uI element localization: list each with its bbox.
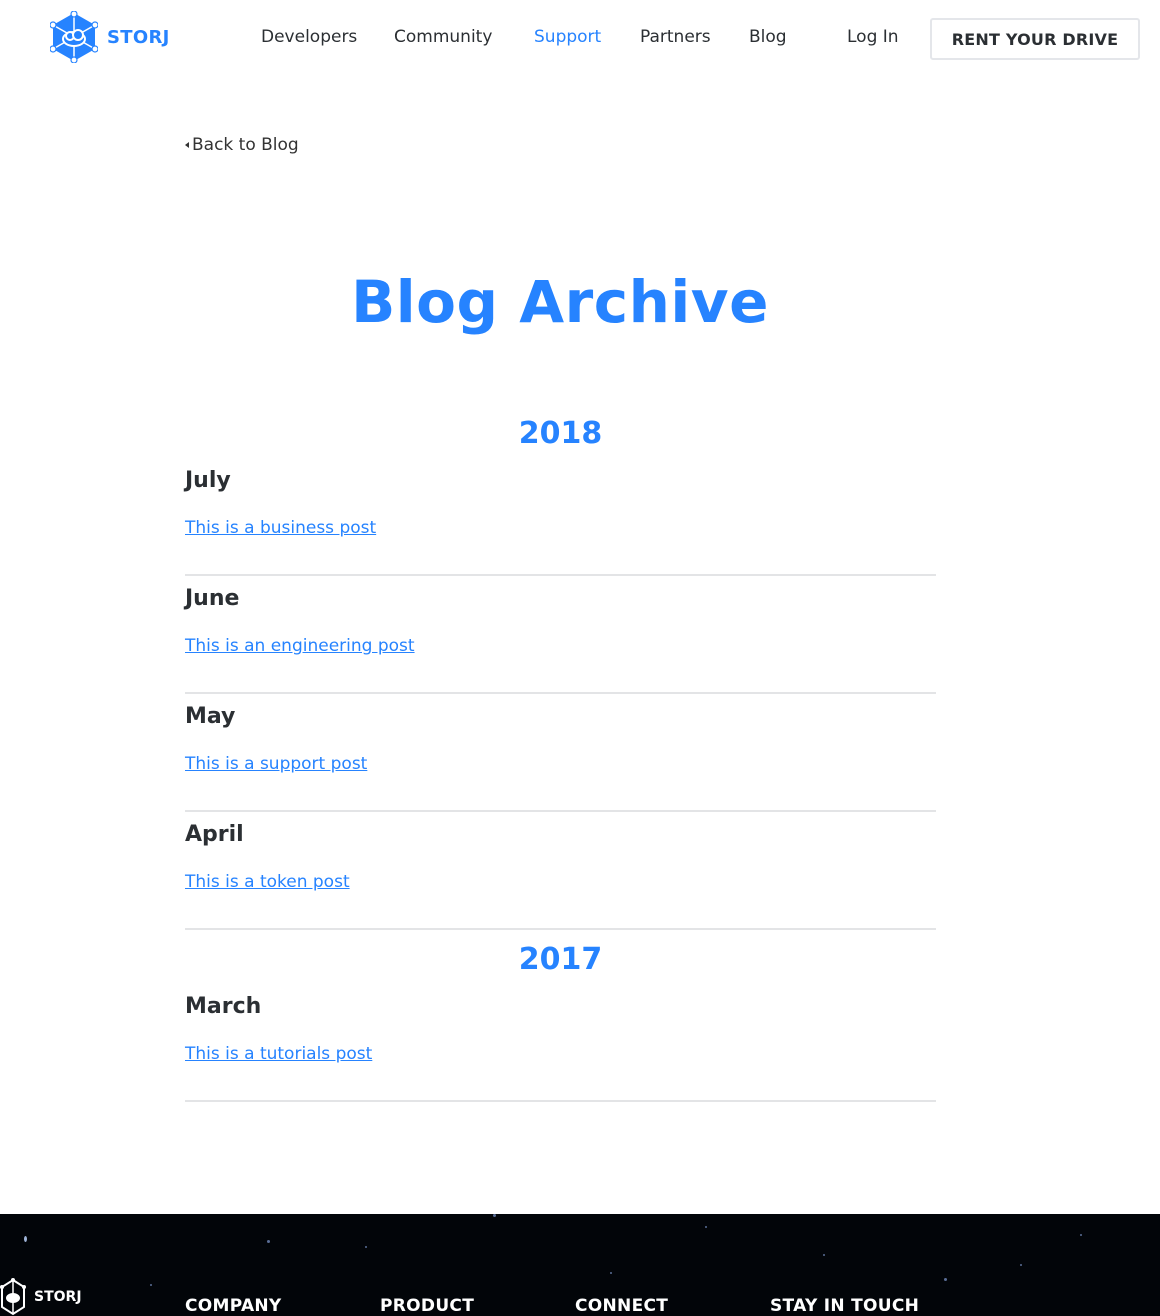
- star-decoration: [267, 1240, 270, 1243]
- back-to-blog-link[interactable]: Back to Blog: [185, 135, 299, 155]
- star-decoration: [24, 1236, 27, 1242]
- site-header: STORJ Developers Community Support Partn…: [0, 0, 1160, 78]
- month-heading: May: [185, 704, 236, 729]
- month-section: May This is a support post: [185, 694, 936, 812]
- brand-name: STORJ: [107, 26, 170, 48]
- star-decoration: [150, 1284, 152, 1286]
- star-decoration: [365, 1246, 367, 1248]
- star-decoration: [1080, 1234, 1082, 1236]
- page-title: Blog Archive: [351, 268, 769, 336]
- month-section: April This is a token post: [185, 812, 936, 930]
- star-decoration: [823, 1254, 825, 1256]
- nav-support[interactable]: Support: [534, 27, 601, 47]
- year-heading: 2018: [518, 416, 603, 451]
- month-heading: April: [185, 822, 244, 847]
- post-link[interactable]: This is a support post: [185, 746, 936, 810]
- back-to-blog-label: Back to Blog: [192, 135, 299, 155]
- footer-heading-stay-in-touch: STAY IN TOUCH: [770, 1296, 920, 1316]
- footer-storj-logo[interactable]: STORJ: [0, 1278, 82, 1316]
- storj-logo-icon: [50, 11, 98, 63]
- nav-community[interactable]: Community: [394, 27, 492, 47]
- month-section: July This is a business post: [185, 458, 936, 576]
- month-heading: March: [185, 994, 262, 1019]
- login-link[interactable]: Log In: [847, 27, 899, 47]
- month-section: June This is an engineering post: [185, 576, 936, 694]
- footer-heading-connect: CONNECT: [575, 1296, 669, 1316]
- blog-archive: 2018 July This is a business post June T…: [185, 410, 936, 1102]
- storj-logo[interactable]: STORJ: [50, 11, 170, 63]
- month-section: March This is a tutorials post: [185, 984, 936, 1102]
- star-decoration: [1020, 1264, 1022, 1266]
- star-decoration: [705, 1226, 707, 1228]
- star-decoration: [493, 1214, 496, 1217]
- post-link[interactable]: This is a tutorials post: [185, 1036, 936, 1100]
- month-heading: July: [185, 468, 231, 493]
- footer-brand-name: STORJ: [34, 1289, 82, 1305]
- post-link[interactable]: This is a token post: [185, 864, 936, 928]
- rent-your-drive-button[interactable]: RENT YOUR DRIVE: [930, 18, 1140, 60]
- post-link[interactable]: This is a business post: [185, 510, 936, 574]
- year-heading: 2017: [518, 942, 603, 977]
- storj-logo-icon: [0, 1278, 26, 1316]
- star-decoration: [610, 1272, 612, 1274]
- footer-heading-company: COMPANY: [185, 1296, 282, 1316]
- footer-heading-product: PRODUCT: [380, 1296, 475, 1316]
- nav-blog[interactable]: Blog: [749, 27, 787, 47]
- site-footer: STORJ COMPANY PRODUCT CONNECT STAY IN TO…: [0, 1214, 1160, 1316]
- nav-partners[interactable]: Partners: [640, 27, 711, 47]
- star-decoration: [944, 1278, 947, 1281]
- post-link[interactable]: This is an engineering post: [185, 628, 936, 692]
- nav-developers[interactable]: Developers: [261, 27, 357, 47]
- caret-left-icon: [185, 142, 189, 148]
- month-heading: June: [185, 586, 240, 611]
